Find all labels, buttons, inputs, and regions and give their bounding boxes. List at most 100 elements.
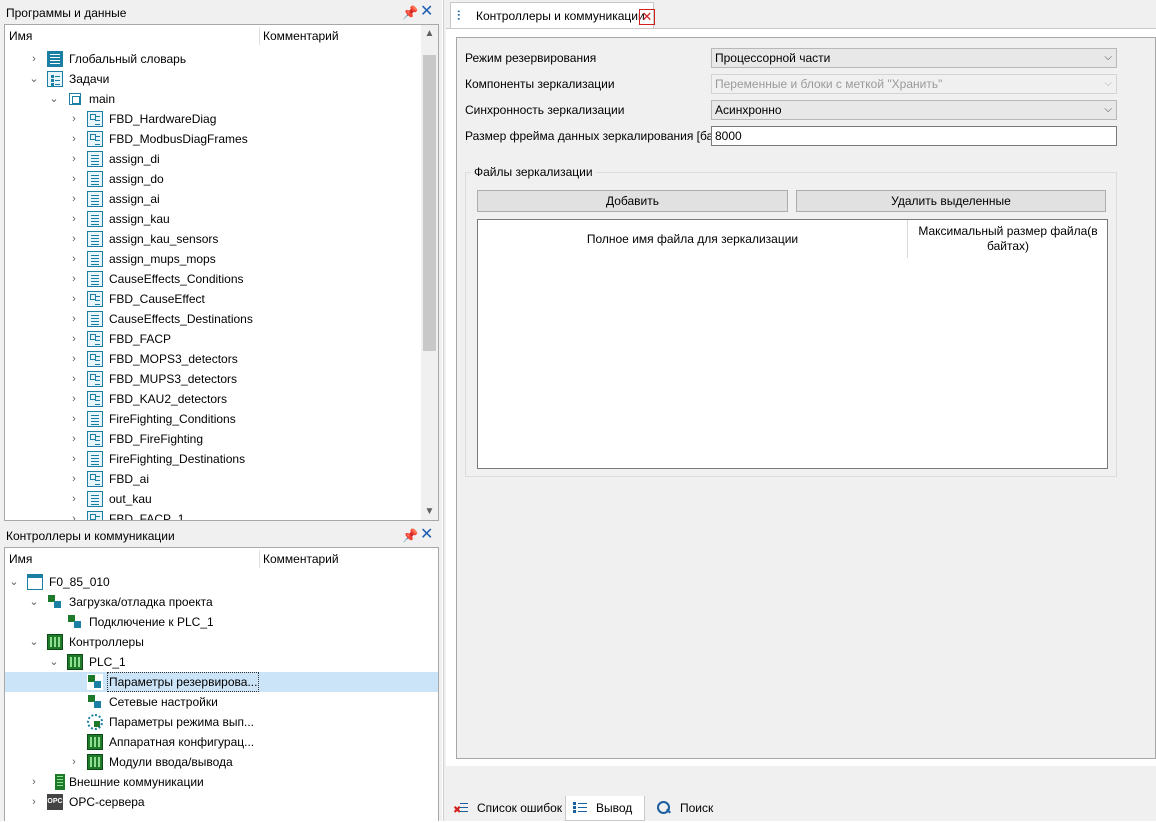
tree-item[interactable]: › assign_do xyxy=(5,169,438,189)
chevron-right-icon[interactable]: › xyxy=(67,289,81,309)
pin-icon[interactable]: 📌 xyxy=(402,528,418,544)
chevron-right-icon[interactable]: › xyxy=(67,209,81,229)
mirror-sync-select[interactable]: Асинхронно ⌵ xyxy=(711,100,1117,120)
tree-item[interactable]: › FBD_HardwareDiag xyxy=(5,109,438,129)
chevron-right-icon[interactable]: › xyxy=(67,449,81,469)
tree-item[interactable]: ⌄ Контроллеры xyxy=(5,632,438,652)
chevron-right-icon[interactable]: › xyxy=(67,149,81,169)
tree-item[interactable]: › Внешние коммуникации xyxy=(5,772,438,792)
tree-item[interactable]: › assign_mups_mops xyxy=(5,249,438,269)
scroll-up-arrow-icon[interactable]: ▲ xyxy=(421,25,438,42)
chevron-down-icon[interactable]: ⌄ xyxy=(27,592,41,612)
tree-item[interactable]: › FBD_CauseEffect xyxy=(5,289,438,309)
tree-item[interactable]: ⌄ PLC_1 xyxy=(5,652,438,672)
controllers-tree[interactable]: Имя Комментарий ⌄ F0_85_010 ⌄ Загрузка/о… xyxy=(4,547,439,821)
chevron-right-icon[interactable]: › xyxy=(67,389,81,409)
column-header-maxsize[interactable]: Максимальный размер файла(в байтах) xyxy=(908,220,1108,258)
chevron-right-icon[interactable]: › xyxy=(67,129,81,149)
chevron-right-icon[interactable]: › xyxy=(27,792,41,812)
chevron-right-icon[interactable]: › xyxy=(67,189,81,209)
tree-item[interactable]: Сетевые настройки xyxy=(5,692,438,712)
chevron-down-icon[interactable]: ⌄ xyxy=(27,632,41,652)
chevron-right-icon[interactable]: › xyxy=(67,509,81,520)
close-tab-icon[interactable]: ✕ xyxy=(639,9,655,25)
close-icon[interactable]: ✕ xyxy=(420,527,434,543)
scrollbar-thumb[interactable] xyxy=(423,55,436,351)
chevron-right-icon[interactable]: › xyxy=(67,489,81,509)
scroll-down-arrow-icon[interactable]: ▼ xyxy=(421,503,438,520)
chevron-right-icon[interactable]: › xyxy=(67,109,81,129)
tree-item[interactable]: ⌄ main xyxy=(5,89,438,109)
tree-item[interactable]: › FireFighting_Destinations xyxy=(5,449,438,469)
chevron-right-icon[interactable]: › xyxy=(67,229,81,249)
tree-item-selected[interactable]: Параметры резервирова... xyxy=(5,672,438,692)
tree-item[interactable]: › FireFighting_Conditions xyxy=(5,409,438,429)
tab-search[interactable]: Поиск xyxy=(650,796,720,821)
tree-item[interactable]: › FBD_MOPS3_detectors xyxy=(5,349,438,369)
column-header-name[interactable]: Имя xyxy=(9,548,32,570)
tree-item[interactable]: › FBD_FACP xyxy=(5,329,438,349)
tree-item[interactable]: › Глобальный словарь xyxy=(5,49,438,69)
pin-icon[interactable]: 📌 xyxy=(402,5,418,21)
tree-item[interactable]: › OPC OPC-сервера xyxy=(5,792,438,812)
tree-item[interactable]: › FBD_FireFighting xyxy=(5,429,438,449)
tree-item[interactable]: Подключение к PLC_1 xyxy=(5,612,438,632)
tree-item[interactable]: › Модули ввода/вывода xyxy=(5,752,438,772)
chevron-right-icon[interactable]: › xyxy=(27,49,41,69)
chevron-right-icon[interactable]: › xyxy=(67,309,81,329)
tree-item[interactable]: › assign_di xyxy=(5,149,438,169)
chevron-down-icon[interactable]: ⌄ xyxy=(27,69,41,89)
chevron-down-icon[interactable]: ⌄ xyxy=(47,652,61,672)
tree-item[interactable]: › CauseEffects_Conditions xyxy=(5,269,438,289)
tab-output[interactable]: Вывод xyxy=(565,796,645,821)
frame-size-input[interactable]: 8000 xyxy=(711,126,1117,146)
tree-item[interactable]: › FBD_KAU2_detectors xyxy=(5,389,438,409)
column-header-comment[interactable]: Комментарий xyxy=(263,548,339,570)
vertical-scrollbar[interactable]: ▲ ▼ xyxy=(421,25,438,520)
chevron-right-icon[interactable]: › xyxy=(67,169,81,189)
tree-item[interactable]: › FBD_ModbusDiagFrames xyxy=(5,129,438,149)
settings-sliders-icon: ⫶ xyxy=(457,8,461,23)
tree-item[interactable]: › assign_kau_sensors xyxy=(5,229,438,249)
tree-item[interactable]: ⌄ Загрузка/отладка проекта xyxy=(5,592,438,612)
tree-item[interactable]: ⌄ Задачи xyxy=(5,69,438,89)
column-header-comment[interactable]: Комментарий xyxy=(263,25,339,47)
chevron-right-icon[interactable]: › xyxy=(67,752,81,772)
column-header-name[interactable]: Имя xyxy=(9,25,32,47)
tree-item[interactable]: › FBD_MUPS3_detectors xyxy=(5,369,438,389)
tree-item[interactable]: › assign_kau xyxy=(5,209,438,229)
program-icon xyxy=(87,311,103,327)
chevron-right-icon[interactable]: › xyxy=(67,249,81,269)
delete-selected-button[interactable]: Удалить выделенные xyxy=(796,190,1106,212)
chevron-right-icon[interactable]: › xyxy=(27,772,41,792)
tree-item[interactable]: ⌄ F0_85_010 xyxy=(5,572,438,592)
add-button[interactable]: Добавить xyxy=(477,190,788,212)
chevron-right-icon[interactable]: › xyxy=(67,329,81,349)
tree-item[interactable]: Аппаратная конфигурац... xyxy=(5,732,438,752)
chevron-down-icon: ⌵ xyxy=(1104,78,1112,89)
chevron-right-icon[interactable]: › xyxy=(67,409,81,429)
chevron-right-icon[interactable]: › xyxy=(67,269,81,289)
tab-controllers-comms[interactable]: ⫶ Контроллеры и коммуникации ✕ xyxy=(450,2,655,28)
chevron-right-icon[interactable]: › xyxy=(67,349,81,369)
tree-item[interactable]: › assign_ai xyxy=(5,189,438,209)
column-separator xyxy=(259,550,260,568)
network-settings-icon xyxy=(87,694,103,710)
chevron-right-icon[interactable]: › xyxy=(67,369,81,389)
tree-item[interactable]: › FBD_ai xyxy=(5,469,438,489)
close-icon[interactable]: ✕ xyxy=(420,4,434,20)
tree-item-label: Сетевые настройки xyxy=(109,695,218,709)
mirror-files-table[interactable]: Полное имя файла для зеркализации Максим… xyxy=(477,219,1108,469)
programs-tree[interactable]: Имя Комментарий › Глобальный словарь ⌄ З… xyxy=(4,24,439,521)
chevron-right-icon[interactable]: › xyxy=(67,469,81,489)
tree-item[interactable]: › out_kau xyxy=(5,489,438,509)
chevron-down-icon[interactable]: ⌄ xyxy=(47,89,61,109)
tab-error-list[interactable]: Список ошибок xyxy=(447,796,565,823)
column-header-filename[interactable]: Полное имя файла для зеркализации xyxy=(478,220,907,258)
tree-item[interactable]: Параметры режима вып... xyxy=(5,712,438,732)
tree-item[interactable]: › FBD_FACP_1 xyxy=(5,509,438,520)
redundancy-mode-select[interactable]: Процессорной части ⌵ xyxy=(711,48,1117,68)
tree-item[interactable]: › CauseEffects_Destinations xyxy=(5,309,438,329)
chevron-down-icon[interactable]: ⌄ xyxy=(7,572,21,592)
chevron-right-icon[interactable]: › xyxy=(67,429,81,449)
